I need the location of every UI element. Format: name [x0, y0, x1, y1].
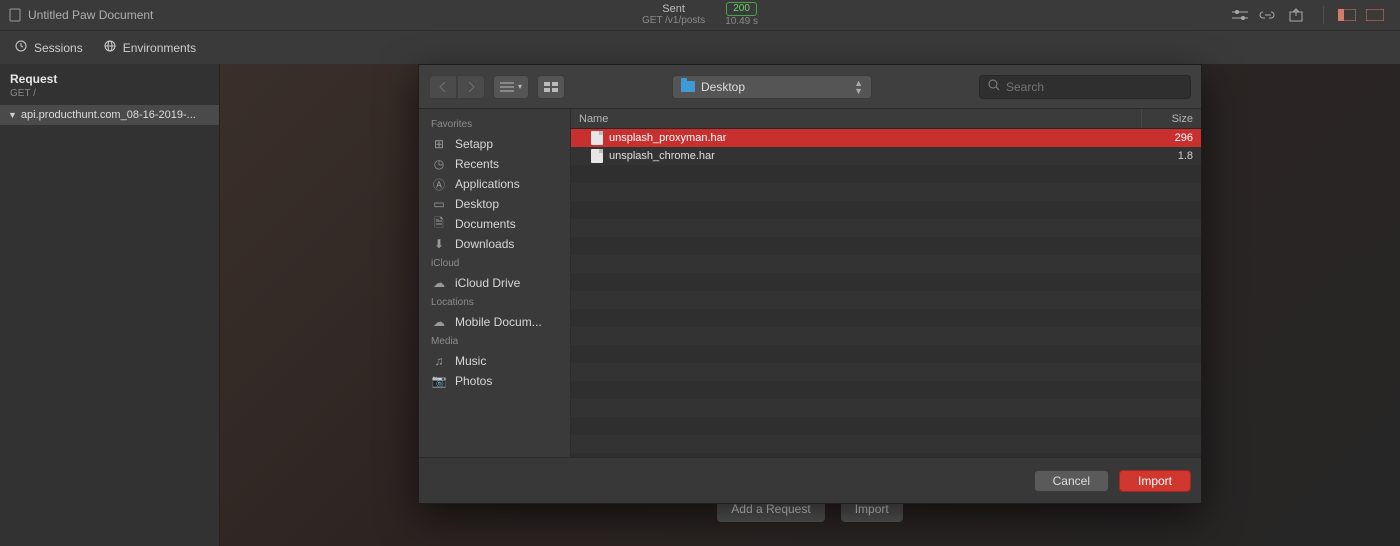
window-title: Untitled Paw Document: [28, 8, 153, 22]
folder-icon: [681, 81, 695, 92]
file-list[interactable]: unsplash_proxyman.har 296 unsplash_chrom…: [571, 129, 1201, 457]
tab-sessions[interactable]: Sessions: [14, 39, 83, 56]
link-icon[interactable]: [1257, 6, 1279, 24]
left-panel-toggle-icon[interactable]: [1336, 6, 1358, 24]
titlebar-status: Sent GET /v1/posts 200 10.49 s: [0, 2, 1400, 28]
camera-icon: 📷: [431, 374, 447, 388]
file-icon: [591, 131, 603, 145]
group-button[interactable]: [537, 75, 565, 99]
status-path: GET /v1/posts: [642, 15, 705, 27]
file-row[interactable]: unsplash_chrome.har 1.8: [571, 147, 1201, 165]
open-file-dialog: ▾ Desktop ▲▼: [418, 64, 1202, 504]
tab-environments[interactable]: Environments: [103, 39, 196, 56]
sidebar-section-locations: Locations: [419, 293, 570, 312]
sidebar-item-downloads[interactable]: ⬇ Downloads: [419, 234, 570, 254]
sidebar-item-applications[interactable]: Ⓐ Applications: [419, 174, 570, 194]
file-name: unsplash_chrome.har: [609, 150, 1141, 162]
sidebar-item-icloud-drive[interactable]: ☁ iCloud Drive: [419, 273, 570, 293]
music-icon: ♫: [431, 354, 447, 368]
dialog-toolbar: ▾ Desktop ▲▼: [419, 65, 1201, 109]
sidebar-item-desktop[interactable]: ▭ Desktop: [419, 194, 570, 214]
nav-forward-button[interactable]: [457, 75, 485, 99]
dialog-footer: Cancel Import: [419, 457, 1201, 503]
export-icon[interactable]: [1285, 6, 1307, 24]
sidebar-item-label: Photos: [455, 374, 492, 388]
path-label: Desktop: [701, 80, 745, 94]
sidebar-item-label: Music: [455, 354, 486, 368]
view-mode-button[interactable]: ▾: [493, 75, 529, 99]
file-size: 1.8: [1141, 150, 1201, 162]
desktop-icon: ▭: [431, 197, 447, 211]
sidebar-item-music[interactable]: ♫ Music: [419, 351, 570, 371]
sidebar-section-favorites: Favorites: [419, 115, 570, 134]
sidebar-item-setapp[interactable]: ⊞ Setapp: [419, 134, 570, 154]
globe-icon: [103, 39, 117, 56]
tree-item-label: api.producthunt.com_08-16-2019-...: [21, 109, 196, 121]
status-state: Sent: [662, 3, 685, 15]
sidebar-section-media: Media: [419, 332, 570, 351]
history-icon: [14, 39, 28, 56]
nav-back-button[interactable]: [429, 75, 457, 99]
sidebar-item-label: Recents: [455, 157, 499, 171]
cloud-icon: ☁: [431, 315, 447, 329]
main-area: Add a Request Import ▾: [220, 64, 1400, 546]
sidebar-item-label: Desktop: [455, 197, 499, 211]
titlebar: Untitled Paw Document Sent GET /v1/posts…: [0, 0, 1400, 30]
tab-environments-label: Environments: [123, 41, 196, 55]
cancel-button[interactable]: Cancel: [1034, 470, 1109, 492]
disclosure-triangle-icon[interactable]: ▼: [8, 110, 17, 120]
search-field[interactable]: [979, 75, 1191, 99]
sidebar-item-photos[interactable]: 📷 Photos: [419, 371, 570, 391]
column-name[interactable]: Name: [571, 113, 1141, 125]
sidebar-section-icloud: iCloud: [419, 254, 570, 273]
tree-item[interactable]: ▼ api.producthunt.com_08-16-2019-...: [0, 105, 219, 125]
request-method-path: GET /: [0, 88, 219, 105]
status-timing: 10.49 s: [725, 16, 758, 28]
path-selector[interactable]: Desktop ▲▼: [672, 75, 872, 99]
document-icon: [8, 8, 22, 22]
clock-icon: ◷: [431, 157, 447, 171]
sidebar-item-label: Applications: [455, 177, 520, 191]
file-size: 296: [1141, 132, 1201, 144]
file-area: Name Size unsplash_proxyman.har 296 unsp…: [571, 109, 1201, 457]
sidebar-item-label: Setapp: [455, 137, 493, 151]
tab-sessions-label: Sessions: [34, 41, 83, 55]
grid-icon: ⊞: [431, 137, 447, 151]
file-row[interactable]: unsplash_proxyman.har 296: [571, 129, 1201, 147]
sidebar-item-label: Mobile Docum...: [455, 315, 542, 329]
sidebar-item-label: Downloads: [455, 237, 514, 251]
applications-icon: Ⓐ: [431, 177, 447, 191]
import-confirm-button[interactable]: Import: [1119, 470, 1191, 492]
right-panel-toggle-icon[interactable]: [1364, 6, 1386, 24]
chevron-down-icon: ▾: [518, 82, 522, 91]
search-input[interactable]: [1006, 80, 1182, 94]
column-size[interactable]: Size: [1141, 109, 1201, 128]
sidebar-item-label: iCloud Drive: [455, 276, 520, 290]
settings-sliders-icon[interactable]: [1229, 6, 1251, 24]
downloads-icon: ⬇: [431, 237, 447, 251]
sidebar-item-mobile-documents[interactable]: ☁ Mobile Docum...: [419, 312, 570, 332]
cloud-icon: ☁: [431, 276, 447, 290]
sidebar-item-label: Documents: [455, 217, 516, 231]
sidebar-item-documents[interactable]: 🗎 Documents: [419, 214, 570, 234]
documents-icon: 🗎: [431, 217, 447, 231]
status-code-badge: 200: [726, 2, 757, 16]
request-title: Request: [0, 64, 219, 88]
file-icon: [591, 149, 603, 163]
search-icon: [988, 79, 1000, 94]
finder-sidebar: Favorites ⊞ Setapp ◷ Recents Ⓐ Applications…: [419, 109, 571, 457]
sidebar-item-recents[interactable]: ◷ Recents: [419, 154, 570, 174]
file-name: unsplash_proxyman.har: [609, 132, 1141, 144]
column-headers: Name Size: [571, 109, 1201, 129]
request-sidebar: Request GET / ▼ api.producthunt.com_08-1…: [0, 64, 220, 546]
subtoolbar: Sessions Environments: [0, 30, 1400, 64]
updown-icon: ▲▼: [854, 79, 863, 95]
